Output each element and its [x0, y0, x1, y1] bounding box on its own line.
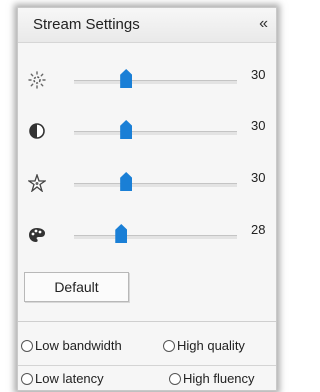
high-fluency-radio[interactable]: High fluency	[169, 371, 255, 386]
low-latency-radio[interactable]: Low latency	[21, 371, 104, 386]
saturation-row: 30	[18, 168, 276, 198]
radio-circle[interactable]	[163, 339, 175, 352]
brightness-value: 30	[251, 67, 266, 82]
brightness-row: 30	[18, 65, 276, 95]
contrast-slider-track[interactable]	[74, 120, 237, 139]
high-fluency-label: High fluency	[183, 371, 255, 386]
hue-row: 28	[18, 220, 276, 250]
hue-slider-thumb[interactable]	[115, 224, 128, 243]
saturation-slider-thumb[interactable]	[120, 172, 133, 191]
contrast-value: 30	[251, 118, 266, 133]
contrast-row: 30	[18, 116, 276, 146]
panel-title: Stream Settings	[33, 16, 140, 33]
high-quality-label: High quality	[177, 338, 245, 353]
brightness-slider-thumb[interactable]	[120, 69, 133, 88]
contrast-icon	[28, 122, 46, 140]
saturation-value: 30	[251, 170, 266, 185]
radio-circle[interactable]	[169, 372, 181, 385]
saturation-icon	[26, 172, 48, 193]
brightness-slider-track[interactable]	[74, 69, 237, 88]
contrast-slider-thumb[interactable]	[120, 120, 133, 139]
latency-fluency-radio-row: Low latency High fluency	[18, 368, 276, 390]
low-bandwidth-label: Low bandwidth	[35, 338, 122, 353]
high-quality-radio[interactable]: High quality	[163, 338, 245, 353]
bandwidth-quality-radio-row: Low bandwidth High quality	[18, 335, 276, 357]
panel-header: Stream Settings «	[18, 8, 276, 43]
brightness-icon	[28, 71, 46, 89]
divider	[18, 321, 276, 322]
radio-circle[interactable]	[21, 339, 33, 352]
hue-value: 28	[251, 222, 266, 237]
saturation-slider-track[interactable]	[74, 172, 237, 191]
color-palette-icon	[28, 226, 46, 244]
low-latency-label: Low latency	[35, 371, 104, 386]
radio-circle[interactable]	[21, 372, 33, 385]
collapse-icon[interactable]: «	[259, 15, 268, 33]
stream-settings-panel: Stream Settings « 30 30 30 28 Default Lo…	[17, 7, 277, 391]
hue-slider-track[interactable]	[74, 224, 237, 243]
default-button[interactable]: Default	[24, 272, 129, 302]
radio-divider	[18, 365, 276, 366]
low-bandwidth-radio[interactable]: Low bandwidth	[21, 338, 122, 353]
